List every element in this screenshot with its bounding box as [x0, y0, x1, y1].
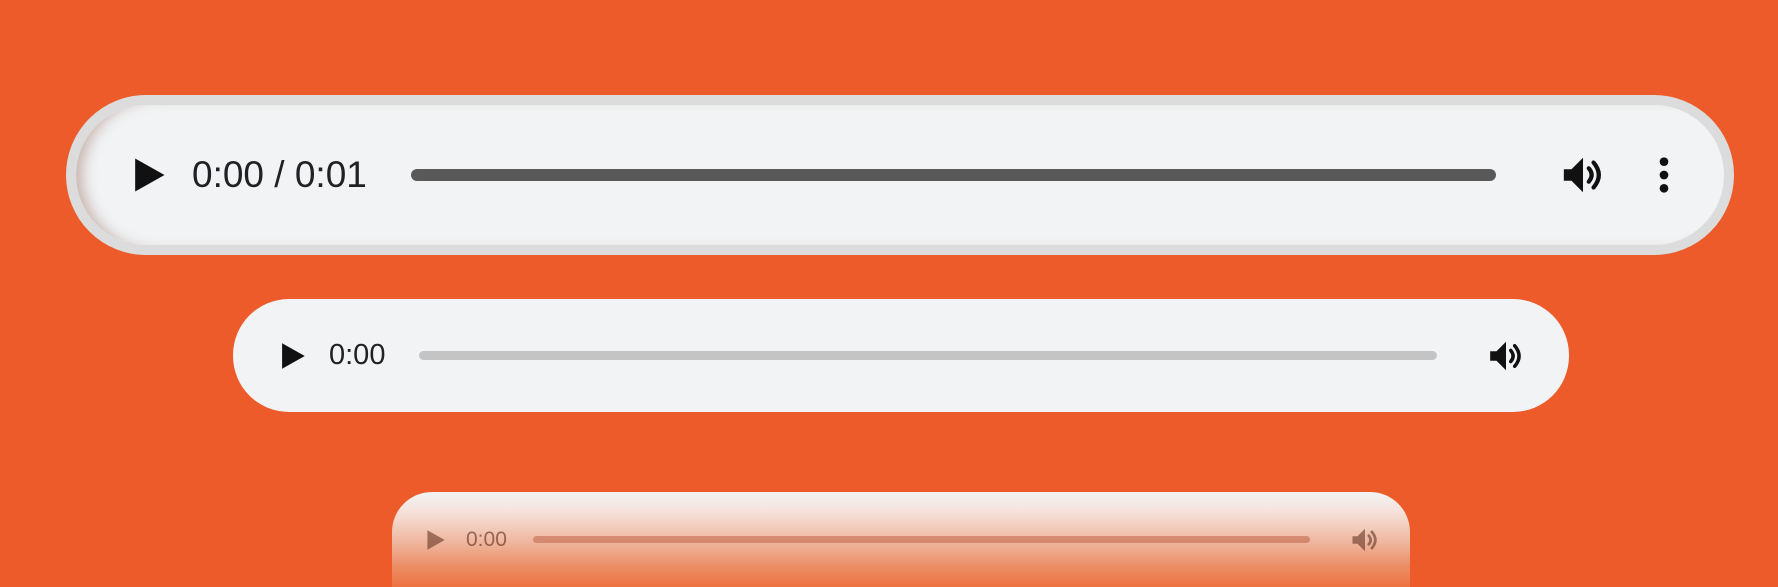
seek-slider[interactable] — [532, 536, 1310, 543]
volume-button[interactable] — [1560, 152, 1606, 198]
play-icon — [422, 527, 448, 553]
play-button[interactable] — [275, 339, 309, 373]
play-button[interactable] — [422, 527, 448, 553]
audio-player-large: 0:00 / 0:01 — [66, 95, 1734, 255]
volume-icon — [1350, 525, 1380, 555]
volume-icon — [1487, 337, 1525, 375]
play-icon — [126, 153, 170, 197]
play-button[interactable] — [126, 153, 170, 197]
more-vertical-icon — [1644, 152, 1684, 198]
time-display: 0:00 / 0:01 — [192, 154, 367, 195]
audio-player-small: 0:00 — [392, 492, 1410, 587]
time-display: 0:00 — [329, 339, 386, 371]
play-icon — [275, 339, 309, 373]
audio-player-medium: 0:00 — [233, 299, 1569, 412]
time-display: 0:00 — [466, 527, 507, 551]
volume-button[interactable] — [1487, 337, 1525, 375]
seek-slider[interactable] — [419, 351, 1437, 360]
volume-button[interactable] — [1350, 525, 1380, 555]
volume-icon — [1560, 152, 1606, 198]
seek-slider[interactable] — [410, 169, 1496, 181]
more-options-button[interactable] — [1644, 152, 1684, 198]
